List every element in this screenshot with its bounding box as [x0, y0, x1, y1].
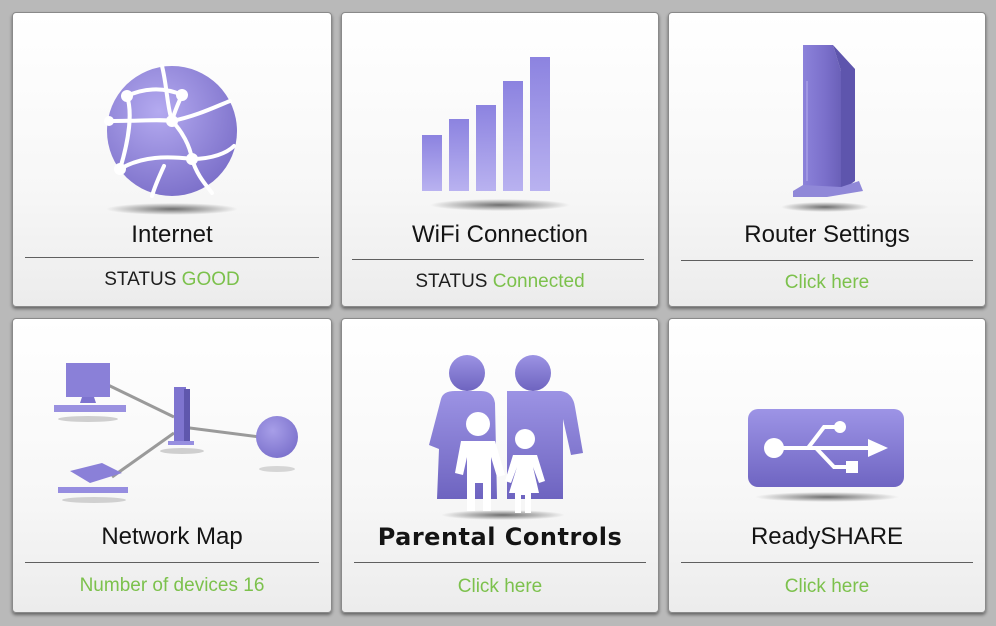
divider: [352, 259, 644, 260]
internet-tile[interactable]: Internet STATUS GOOD: [12, 12, 332, 307]
tile-title: Internet: [131, 221, 213, 248]
tile-title: Router Settings: [744, 221, 910, 248]
dashboard-grid: Internet STATUS GOOD WiFi Connection STA…: [0, 0, 996, 626]
tile-title: WiFi Connection: [411, 221, 589, 248]
parental-controls-tile[interactable]: Parental Controls Click here: [341, 318, 659, 613]
readyshare-tile[interactable]: ReadySHARE Click here: [668, 318, 986, 613]
wifi-status: STATUS Connected: [342, 271, 658, 293]
status-value: GOOD: [181, 269, 240, 290]
network-map-tile[interactable]: Network Map Number of devices 16: [12, 318, 332, 613]
divider: [25, 257, 319, 258]
status-value: Connected: [492, 271, 585, 292]
device-count: Number of devices 16: [79, 575, 265, 596]
divider: [354, 562, 646, 563]
status-label: STATUS: [104, 269, 177, 290]
router-settings-tile[interactable]: Router Settings Click here: [668, 12, 986, 307]
signal-bars-icon: [342, 53, 658, 218]
tile-title: Parental Controls: [377, 523, 623, 551]
divider: [681, 260, 973, 261]
router-settings-link[interactable]: Click here: [669, 272, 985, 294]
divider: [25, 562, 319, 563]
family-icon: [342, 349, 658, 524]
network-map-icon: [13, 347, 331, 512]
parental-controls-link[interactable]: Click here: [342, 576, 658, 598]
globe-icon: [13, 61, 331, 231]
tile-title: ReadySHARE: [750, 523, 904, 550]
divider: [681, 562, 973, 563]
router-icon: [669, 41, 985, 221]
tile-title: Network Map: [101, 523, 243, 550]
readyshare-link[interactable]: Click here: [669, 576, 985, 598]
wifi-connection-tile[interactable]: WiFi Connection STATUS Connected: [341, 12, 659, 307]
usb-icon: [669, 405, 985, 505]
internet-status: STATUS GOOD: [13, 269, 331, 291]
status-label: STATUS: [415, 271, 488, 292]
